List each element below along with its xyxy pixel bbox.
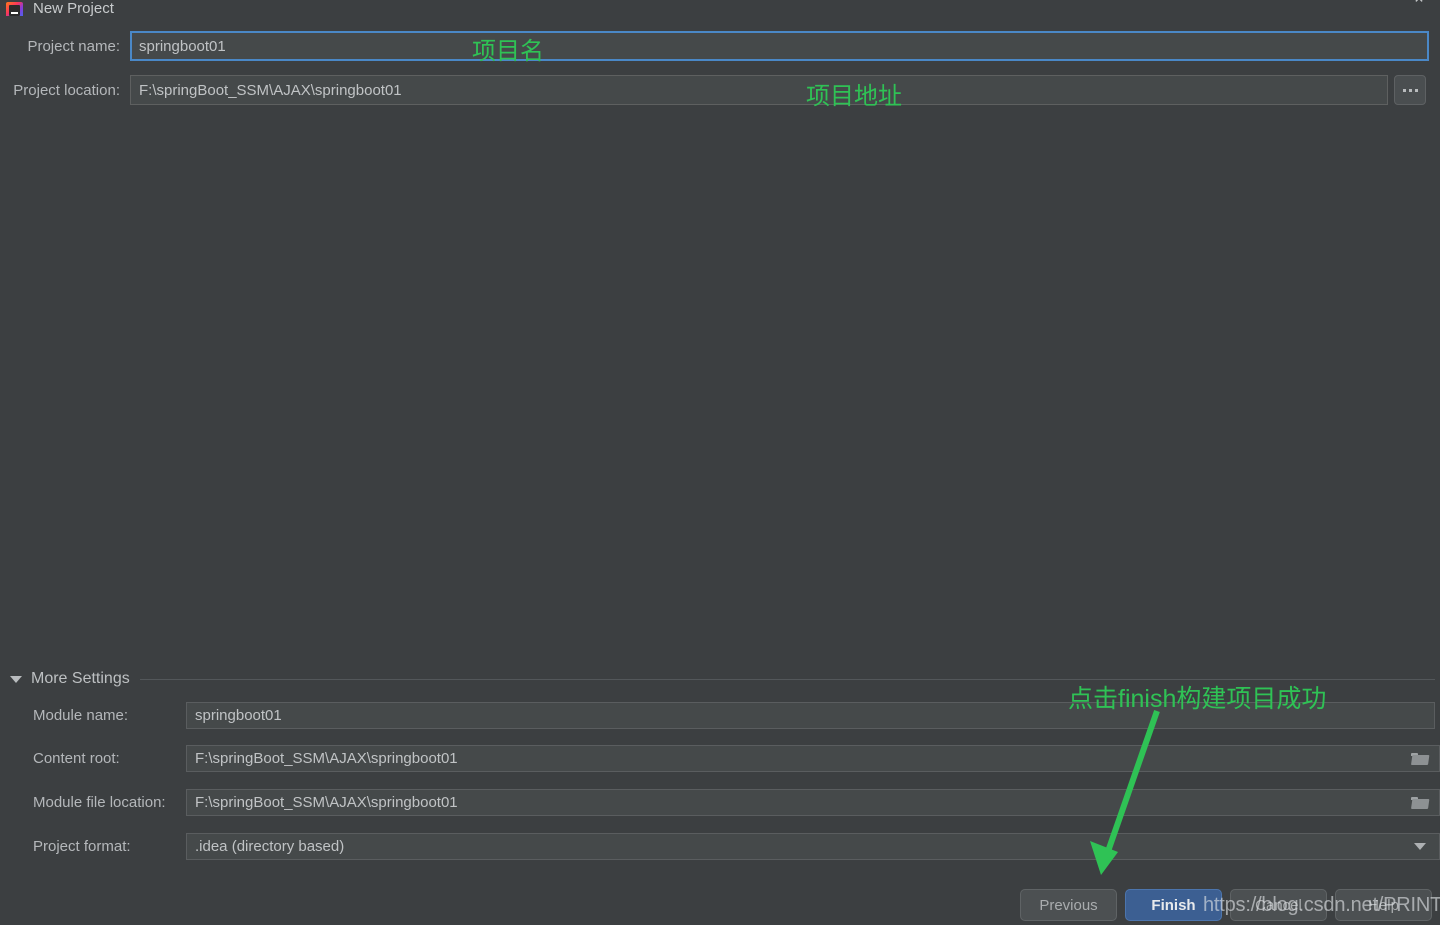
close-icon[interactable]: ⌃ [1408,0,1430,16]
help-button[interactable]: Help [1335,889,1432,921]
project-location-row: Project location: [0,75,1440,105]
module-name-label: Module name: [33,706,129,724]
finish-button[interactable]: Finish [1125,889,1222,921]
content-root-label: Content root: [33,749,120,767]
window-title: New Project [33,0,114,16]
project-location-browse-button[interactable] [1394,75,1426,105]
more-settings-label: More Settings [31,670,130,687]
module-name-row: Module name: [0,701,1440,729]
content-root-input[interactable] [186,744,1400,772]
previous-button[interactable]: Previous [1020,889,1117,921]
module-file-location-browse-button[interactable] [1400,788,1440,816]
folder-icon [1411,796,1428,809]
window-titlebar: New Project [0,0,1440,16]
folder-icon [1411,752,1428,765]
project-name-label: Project name: [27,37,120,55]
intellij-idea-logo-icon [4,0,26,16]
module-file-location-row: Module file location: [0,788,1440,816]
project-location-input[interactable] [130,75,1388,105]
project-location-label: Project location: [13,81,120,99]
project-format-label: Project format: [33,837,131,855]
module-name-input[interactable] [186,701,1435,729]
project-format-select[interactable] [186,832,1400,860]
chevron-down-icon[interactable] [10,675,22,683]
content-root-browse-button[interactable] [1400,744,1440,772]
ellipsis-icon [1402,88,1418,92]
project-name-input[interactable] [130,31,1429,61]
project-name-row: Project name: [0,31,1440,61]
project-format-dropdown-button[interactable] [1400,832,1440,860]
module-file-location-label: Module file location: [33,793,166,811]
chevron-down-icon [1413,842,1426,850]
content-root-row: Content root: [0,744,1440,772]
section-divider [139,678,1435,680]
dialog-button-bar: Previous Finish Cancel Help [1020,889,1432,921]
cancel-button[interactable]: Cancel [1230,889,1327,921]
project-format-row: Project format: [0,832,1440,860]
module-file-location-input[interactable] [186,788,1400,816]
more-settings-header[interactable]: More Settings [10,668,1435,690]
